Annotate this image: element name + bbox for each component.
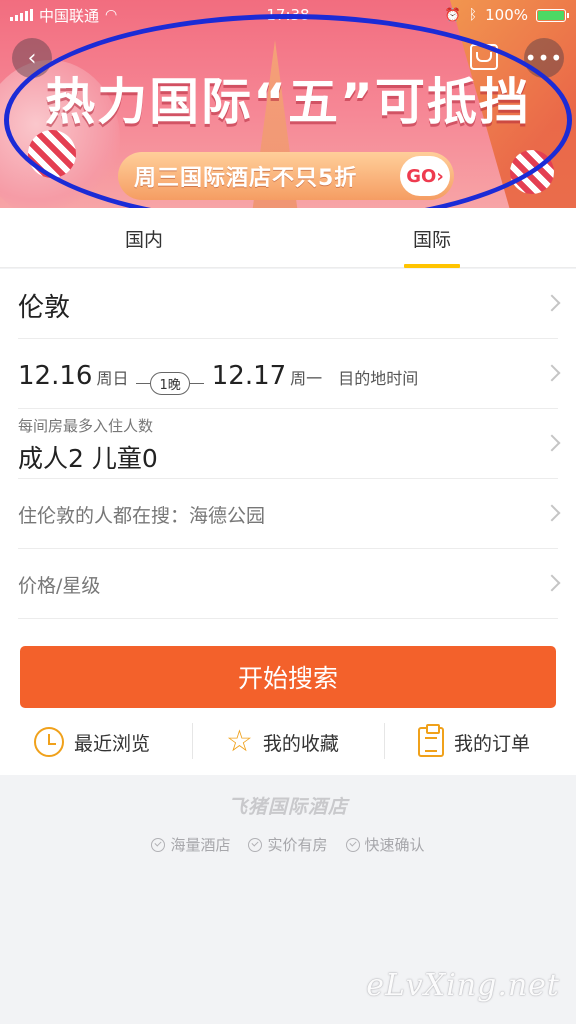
chevron-right-icon (543, 294, 561, 312)
tab-bar: 国内 国际 (0, 208, 576, 268)
bluetooth-icon: ᛒ (468, 7, 478, 23)
wifi-icon: ◠ (105, 7, 118, 23)
status-bar: 中国联通 ◠ 17:38 ⏰ ᛒ 100% (0, 0, 576, 30)
orders-label: 我的订单 (454, 732, 531, 755)
active-tab-indicator (404, 264, 460, 268)
checkin-date: 12.16 (18, 361, 93, 391)
alarm-icon: ⏰ (444, 7, 461, 23)
signal-icon (10, 9, 33, 21)
orders-link[interactable]: 我的订单 (418, 711, 530, 773)
promo-text: 周三国际酒店不只5折 (134, 166, 358, 191)
tab-domestic[interactable]: 国内 (84, 208, 204, 268)
checkin-day: 周日 (96, 369, 129, 388)
guests-value: 成人2 儿童0 (18, 444, 158, 473)
feature-label: 海量酒店 (170, 836, 231, 854)
check-circle-icon (151, 837, 166, 852)
brand-logo: 飞猪国际酒店 (227, 796, 348, 818)
nights-indicator: 1晚 (136, 372, 204, 395)
date-row[interactable]: 12.16 周日 1晚 12.17 周一 目的地时间 (18, 339, 561, 409)
promo-pill[interactable]: 周三国际酒店不只5折 GO› (118, 152, 454, 200)
watermark: eLvXing.net (366, 968, 560, 1003)
clock-icon (34, 727, 64, 757)
favorites-label: 我的收藏 (262, 732, 339, 755)
feature-label: 快速确认 (364, 836, 425, 854)
chevron-right-icon (543, 574, 561, 592)
search-form: 伦敦 12.16 周日 1晚 12.17 周一 目的地时间 每间房最多入住人数 … (0, 269, 576, 775)
favorites-link[interactable]: ☆ 我的收藏 (226, 711, 339, 773)
feature-item: 快速确认 (345, 834, 425, 855)
battery-percent: 100% (485, 6, 528, 24)
clipboard-icon (418, 724, 444, 757)
go-button[interactable]: GO› (400, 156, 450, 196)
carrier-label: 中国联通 (39, 6, 100, 25)
chevron-right-icon (543, 364, 561, 382)
price-star-placeholder: 价格/星级 (18, 575, 101, 597)
popular-search-row[interactable]: 住伦敦的人都在搜：海德公园 (18, 479, 561, 549)
popular-search-text: 住伦敦的人都在搜：海德公园 (18, 505, 266, 527)
guests-row[interactable]: 每间房最多入住人数 成人2 儿童0 (18, 409, 561, 479)
checkout-date: 12.17 (211, 361, 287, 391)
recent-views-link[interactable]: 最近浏览 (34, 711, 150, 773)
guests-label: 每间房最多入住人数 (18, 417, 154, 435)
destination-row[interactable]: 伦敦 (18, 269, 561, 339)
chevron-right-icon (543, 434, 561, 452)
check-circle-icon (345, 837, 360, 852)
candy-heart-icon (510, 150, 554, 194)
battery-icon (536, 8, 569, 22)
destination-city: 伦敦 (18, 293, 71, 323)
banner-title: 热力国际“五”可抵挡 (45, 73, 531, 131)
timezone-note: 目的地时间 (338, 369, 419, 388)
candy-heart-icon (28, 130, 76, 178)
divider (192, 723, 193, 759)
divider (384, 723, 385, 759)
nights-count: 1晚 (150, 372, 190, 395)
feature-item: 海量酒店 (151, 834, 230, 855)
chevron-right-icon (543, 504, 561, 522)
tab-international[interactable]: 国际 (372, 208, 492, 268)
price-star-row[interactable]: 价格/星级 (18, 549, 561, 619)
feature-label: 实价有房 (267, 836, 328, 854)
checkout-day: 周一 (290, 369, 323, 388)
quick-links-bar: 最近浏览 ☆ 我的收藏 我的订单 (0, 711, 576, 773)
feature-list: 海量酒店 实价有房 快速确认 (0, 834, 576, 855)
feature-item: 实价有房 (248, 834, 328, 855)
star-icon: ☆ (226, 724, 253, 759)
check-circle-icon (248, 837, 263, 852)
start-search-button[interactable]: 开始搜索 (20, 646, 556, 708)
recent-views-label: 最近浏览 (74, 732, 151, 755)
promo-banner[interactable]: 中国联通 ◠ 17:38 ⏰ ᛒ 100% ‹ ••• 热力国际“五”可抵挡 周… (0, 0, 576, 208)
